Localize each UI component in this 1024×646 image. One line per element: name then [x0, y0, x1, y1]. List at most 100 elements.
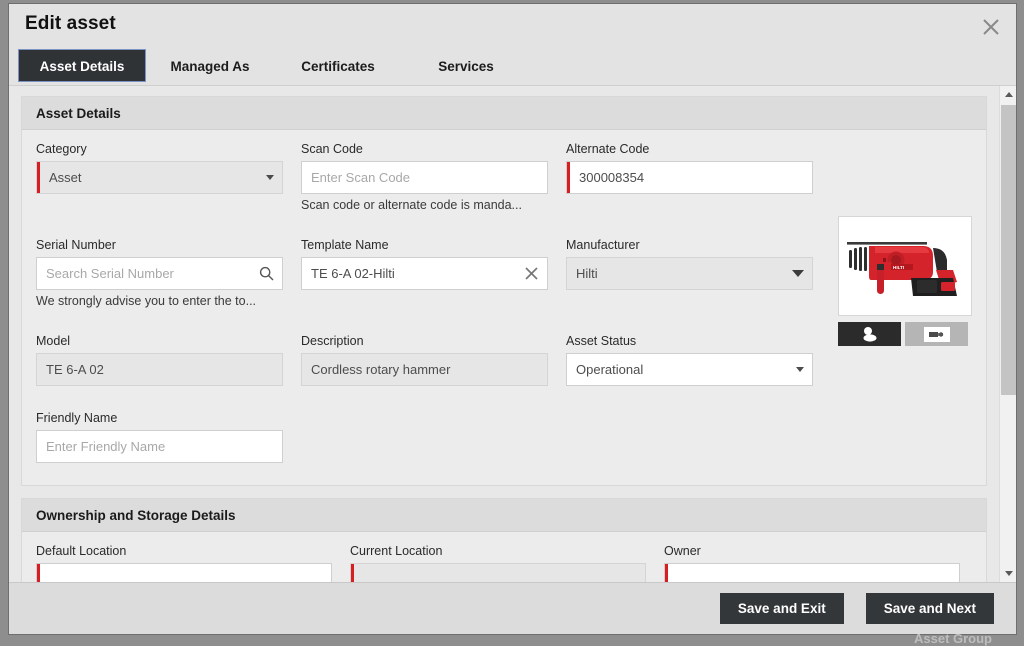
model-input[interactable]: TE 6-A 02 [36, 353, 283, 386]
thumbnail-preview [923, 326, 950, 342]
template-name-label: Template Name [301, 238, 389, 252]
field-serial-number: Serial Number Search Serial Number We st… [36, 238, 283, 309]
asset-details-panel: Asset Details Category Asset Scan Code E… [21, 96, 987, 486]
row-spacer [36, 315, 972, 334]
ownership-storage-panel: Ownership and Storage Details Default Lo… [21, 498, 987, 582]
field-current-location: Current Location [350, 544, 646, 582]
form-row: Category Asset Scan Code Enter Scan Code [36, 142, 972, 213]
current-location-input[interactable] [350, 563, 646, 582]
scroll-down-button[interactable] [1000, 565, 1016, 582]
close-icon[interactable] [980, 16, 1002, 38]
category-label: Category [36, 142, 87, 156]
field-asset-status: Asset Status Operational [566, 334, 813, 386]
dialog-title-bar: Edit asset [9, 4, 1016, 49]
asset-status-label: Asset Status [566, 334, 637, 348]
tab-services[interactable]: Services [402, 49, 530, 82]
form-row: Friendly Name Enter Friendly Name [36, 411, 972, 463]
save-and-next-button[interactable]: Save and Next [865, 593, 994, 624]
field-alternate-code: Alternate Code 300008354 [566, 142, 813, 213]
clear-icon[interactable] [524, 258, 539, 289]
tab-managed-as[interactable]: Managed As [146, 49, 274, 82]
serial-number-placeholder: Search Serial Number [46, 266, 174, 281]
asset-details-panel-body: Category Asset Scan Code Enter Scan Code [22, 130, 986, 485]
tab-label: Services [438, 59, 494, 74]
description-value: Cordless rotary hammer [311, 362, 451, 377]
edit-asset-dialog: Edit asset Asset Details Managed As Cert… [8, 3, 1017, 646]
field-scan-code: Scan Code Enter Scan Code Scan code or a… [301, 142, 548, 213]
row-spacer [36, 392, 972, 411]
page-title: Edit asset [25, 13, 116, 34]
form-row: Model TE 6-A 02 Description Cordless rot… [36, 334, 972, 386]
friendly-name-placeholder: Enter Friendly Name [46, 439, 166, 454]
drawing-thumbnail[interactable] [905, 322, 968, 346]
alternate-code-label: Alternate Code [566, 142, 650, 156]
tab-label: Certificates [301, 59, 375, 74]
asset-status-select[interactable]: Operational [566, 353, 813, 386]
field-description: Description Cordless rotary hammer [301, 334, 548, 386]
category-select[interactable]: Asset [36, 161, 283, 194]
serial-number-input[interactable]: Search Serial Number [36, 257, 283, 290]
field-manufacturer: Manufacturer Hilti [566, 238, 813, 309]
template-name-input[interactable]: TE 6-A 02-Hilti [301, 257, 548, 290]
scroll-up-button[interactable] [1000, 86, 1016, 103]
template-name-value: TE 6-A 02-Hilti [311, 266, 395, 281]
friendly-name-input[interactable]: Enter Friendly Name [36, 430, 283, 463]
asset-status-value: Operational [576, 362, 644, 377]
photo-thumbnail[interactable] [838, 322, 901, 346]
serial-number-label: Serial Number [36, 238, 116, 252]
field-model: Model TE 6-A 02 [36, 334, 283, 386]
svg-text:HILTI: HILTI [893, 265, 904, 270]
scan-code-helper-text: Scan code or alternate code is manda... [301, 198, 522, 212]
tab-label: Asset Details [39, 59, 125, 74]
manufacturer-value: Hilti [576, 266, 598, 281]
field-template-name: Template Name TE 6-A 02-Hilti [301, 238, 548, 309]
tab-asset-details[interactable]: Asset Details [18, 49, 146, 82]
model-label: Model [36, 334, 71, 348]
scrollbar-thumb[interactable] [1001, 105, 1016, 395]
field-friendly-name: Friendly Name Enter Friendly Name [36, 411, 283, 463]
field-owner: Owner [664, 544, 960, 582]
tab-certificates[interactable]: Certificates [274, 49, 402, 82]
save-and-exit-button[interactable]: Save and Exit [719, 593, 844, 624]
description-input[interactable]: Cordless rotary hammer [301, 353, 548, 386]
alternate-code-value: 300008354 [579, 170, 645, 185]
scan-code-input[interactable]: Enter Scan Code [301, 161, 548, 194]
default-location-label: Default Location [36, 544, 127, 558]
asset-image-box: HILTI [838, 216, 972, 346]
required-indicator [665, 564, 668, 582]
chevron-down-icon[interactable] [266, 162, 274, 193]
background-watermark: Asset Group [913, 631, 992, 646]
search-icon[interactable] [259, 258, 274, 289]
manufacturer-label: Manufacturer [566, 238, 640, 252]
owner-label: Owner [664, 544, 701, 558]
vertical-scrollbar[interactable] [999, 86, 1016, 582]
field-category: Category Asset [36, 142, 283, 213]
dialog-footer: Save and Exit Save and Next Asset Group [9, 582, 1016, 646]
asset-details-panel-header: Asset Details [22, 97, 986, 130]
form-row: Default Location Current Location Owner [36, 544, 972, 582]
default-location-input[interactable] [36, 563, 332, 582]
chevron-down-icon[interactable] [796, 354, 804, 385]
required-indicator [37, 564, 40, 582]
asset-image-thumbnail-strip [838, 322, 972, 346]
tab-bar: Asset Details Managed As Certificates Se… [9, 49, 1016, 86]
current-location-label: Current Location [350, 544, 443, 558]
manufacturer-select[interactable]: Hilti [566, 257, 813, 290]
form-scroll-region: Asset Details Category Asset Scan Code E… [9, 86, 999, 582]
tab-label: Managed As [170, 59, 250, 74]
ownership-storage-panel-body: Default Location Current Location Owner [22, 532, 986, 582]
scan-code-placeholder: Enter Scan Code [311, 170, 411, 185]
owner-input[interactable] [664, 563, 960, 582]
dialog-body: Asset Details Category Asset Scan Code E… [9, 86, 1016, 582]
serial-number-helper-text: We strongly advise you to enter the to..… [36, 294, 257, 308]
model-value: TE 6-A 02 [46, 362, 104, 377]
chevron-down-icon[interactable] [792, 258, 804, 289]
ownership-storage-panel-header: Ownership and Storage Details [22, 499, 986, 532]
asset-image: HILTI [838, 216, 972, 316]
friendly-name-label: Friendly Name [36, 411, 118, 425]
scan-code-label: Scan Code [301, 142, 363, 156]
row-spacer [36, 219, 972, 238]
field-default-location: Default Location [36, 544, 332, 582]
description-label: Description [301, 334, 364, 348]
alternate-code-input[interactable]: 300008354 [566, 161, 813, 194]
